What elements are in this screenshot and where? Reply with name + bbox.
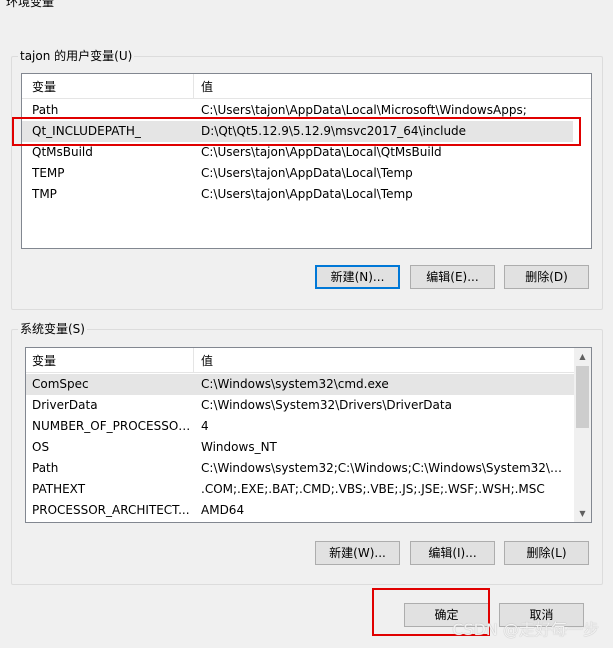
table-row[interactable]: DriverData C:\Windows\System32\Drivers\Dr… (26, 395, 574, 416)
system-vars-group-label: 系统变量(S) (18, 320, 87, 337)
scroll-down-arrow-icon[interactable]: ▼ (574, 505, 591, 522)
system-vars-list-header: 变量 值 (26, 348, 574, 373)
table-row[interactable]: NUMBER_OF_PROCESSORS 4 (26, 416, 574, 437)
highlight-box-qt-includepath (12, 117, 581, 146)
scroll-up-arrow-icon[interactable]: ▲ (574, 348, 591, 365)
variable-value-cell: AMD64 (201, 503, 245, 517)
user-vars-list-header: 变量 值 (22, 74, 591, 99)
table-row[interactable]: TEMP C:\Users\tajon\AppData\Local\Temp (22, 163, 573, 184)
table-row[interactable]: TMP C:\Users\tajon\AppData\Local\Temp (22, 184, 573, 205)
window-title: 环境变量 (6, 0, 55, 9)
user-edit-button[interactable]: 编辑(E)... (410, 265, 495, 289)
variable-name-cell: TMP (32, 187, 57, 201)
user-vars-group-label: tajon 的用户变量(U) (18, 47, 135, 64)
column-separator[interactable] (193, 348, 194, 372)
variable-name-cell: Path (32, 461, 59, 475)
variable-value-cell: C:\Users\tajon\AppData\Local\Temp (201, 166, 413, 180)
variable-name-cell: ComSpec (32, 377, 89, 391)
variable-name-cell: PATHEXT (32, 482, 86, 496)
variable-value-cell: 4 (201, 419, 209, 433)
system-vars-list[interactable]: 变量 值 ComSpec C:\Windows\system32\cmd.exe D… (25, 347, 592, 523)
table-row[interactable]: OS Windows_NT (26, 437, 574, 458)
system-new-button[interactable]: 新建(W)... (315, 541, 400, 565)
variable-value-cell: C:\Users\tajon\AppData\Local\Temp (201, 187, 413, 201)
variable-name-cell: DriverData (32, 398, 98, 412)
variable-name-cell: NUMBER_OF_PROCESSORS (32, 419, 193, 433)
variable-value-cell: .COM;.EXE;.BAT;.CMD;.VBS;.VBE;.JS;.JSE;.… (201, 482, 545, 496)
system-vars-scrollbar[interactable]: ▲ ▼ (574, 348, 591, 522)
variable-value-cell: Windows_NT (201, 440, 277, 454)
variable-name-cell: OS (32, 440, 50, 454)
user-delete-button[interactable]: 删除(D) (504, 265, 589, 289)
system-delete-button[interactable]: 删除(L) (504, 541, 589, 565)
variable-value-cell: C:\Windows\System32\Drivers\DriverData (201, 398, 452, 412)
column-header-variable[interactable]: 变量 (32, 78, 56, 95)
table-row[interactable]: PATHEXT .COM;.EXE;.BAT;.CMD;.VBS;.VBE;.JS… (26, 479, 574, 500)
user-vars-list[interactable]: 变量 值 Path C:\Users\tajon\AppData\Local\Mi… (21, 73, 592, 249)
column-header-variable[interactable]: 变量 (32, 352, 56, 369)
variable-name-cell: PROCESSOR_ARCHITECT... (32, 503, 190, 517)
table-row[interactable]: ComSpec C:\Windows\system32\cmd.exe (26, 374, 574, 395)
table-row[interactable]: Path C:\Windows\system32;C:\Windows;C:\Wi… (26, 458, 574, 479)
table-row[interactable]: PROCESSOR_ARCHITECT... AMD64 (26, 500, 574, 521)
variable-value-cell: C:\Windows\system32\cmd.exe (201, 377, 389, 391)
user-new-button[interactable]: 新建(N)... (315, 265, 400, 289)
watermark: CSDN @走好每一步 (452, 620, 599, 639)
column-header-value[interactable]: 值 (201, 78, 213, 95)
variable-name-cell: TEMP (32, 166, 65, 180)
scrollbar-thumb[interactable] (576, 366, 589, 428)
column-header-value[interactable]: 值 (201, 352, 213, 369)
column-separator[interactable] (193, 74, 194, 98)
variable-value-cell: C:\Windows\system32;C:\Windows;C:\Window… (201, 461, 570, 475)
system-edit-button[interactable]: 编辑(I)... (410, 541, 495, 565)
